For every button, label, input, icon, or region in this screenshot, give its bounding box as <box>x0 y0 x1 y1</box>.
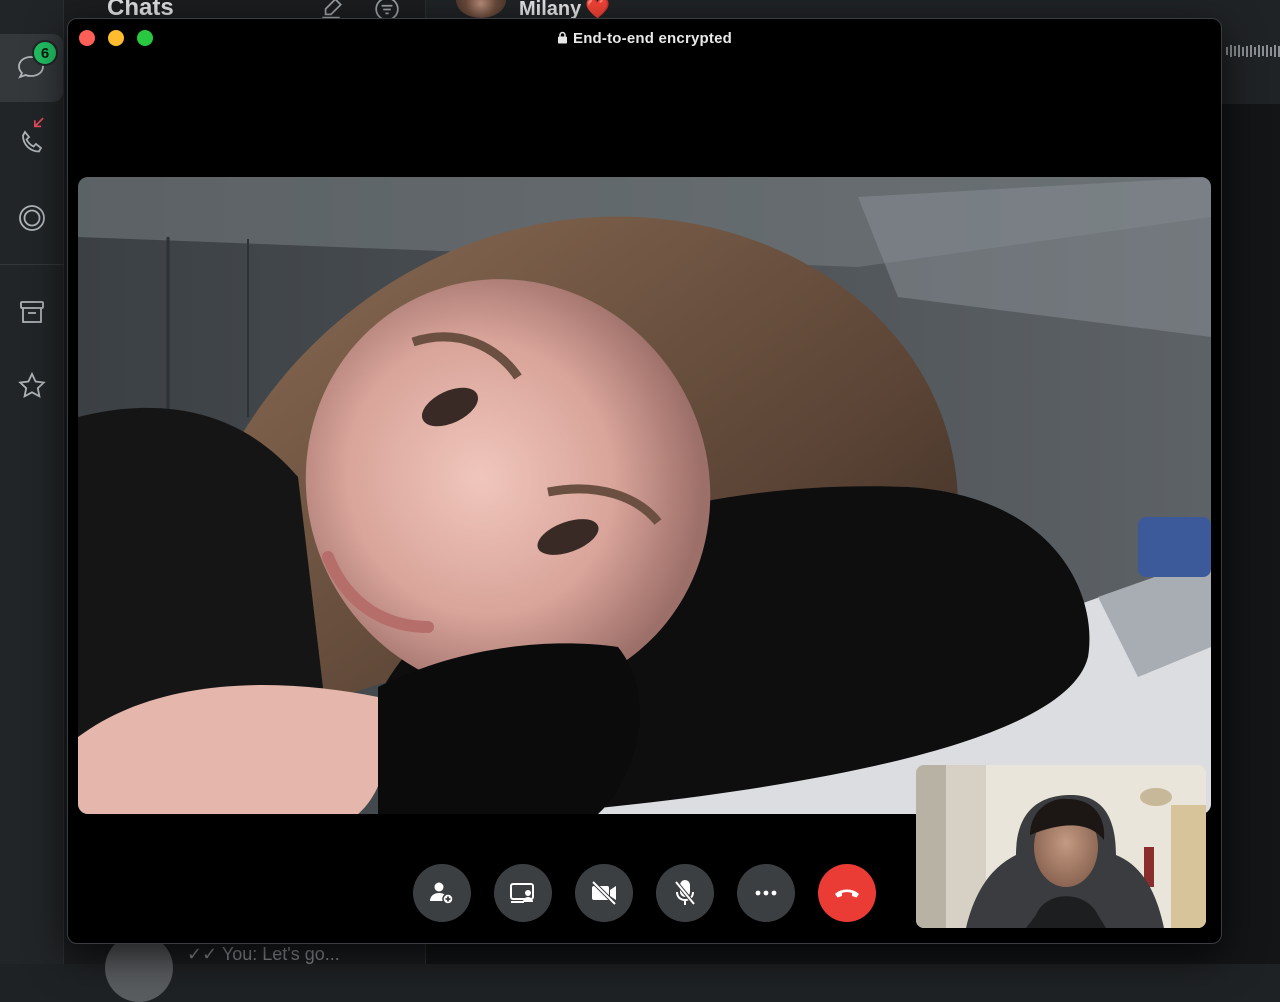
call-title-text: End-to-end encrypted <box>573 30 732 47</box>
sidebar-item-archived[interactable] <box>0 278 64 346</box>
status-ring-icon <box>16 202 48 234</box>
person-add-icon <box>427 878 457 908</box>
archive-icon <box>16 296 48 328</box>
lock-icon <box>557 31 568 44</box>
avatar <box>105 934 173 1002</box>
unread-badge: 6 <box>32 40 58 66</box>
sidebar-item-status[interactable] <box>0 184 64 252</box>
audio-waveform <box>1226 44 1280 58</box>
hang-up-icon <box>832 878 862 908</box>
contact-heart-emoji: ❤️ <box>585 0 610 20</box>
camera-toggle-button[interactable] <box>575 864 633 922</box>
share-screen-button[interactable] <box>494 864 552 922</box>
call-controls <box>413 864 876 922</box>
double-check-icon: ✓✓ <box>187 944 217 964</box>
chat-last-message-text: You: Let's go... <box>222 944 340 964</box>
screen-share-icon <box>508 878 538 908</box>
video-call-window: End-to-end encrypted <box>67 18 1222 944</box>
sidebar-divider <box>0 264 64 265</box>
sidebar-item-starred[interactable] <box>0 352 64 420</box>
add-participant-button[interactable] <box>413 864 471 922</box>
remote-video <box>78 177 1211 814</box>
call-title: End-to-end encrypted <box>68 30 1221 47</box>
mic-off-icon <box>670 878 700 908</box>
star-icon <box>16 370 48 402</box>
contact-name-text: Milany <box>519 0 581 20</box>
phone-missed-icon <box>16 126 48 158</box>
self-video-preview[interactable] <box>916 765 1206 928</box>
more-options-button[interactable] <box>737 864 795 922</box>
sidebar-item-calls[interactable] <box>0 108 64 176</box>
more-icon <box>751 878 781 908</box>
video-off-icon <box>589 878 619 908</box>
end-call-button[interactable] <box>818 864 876 922</box>
mute-button[interactable] <box>656 864 714 922</box>
chat-last-message: ✓✓ You: Let's go... <box>187 944 340 965</box>
